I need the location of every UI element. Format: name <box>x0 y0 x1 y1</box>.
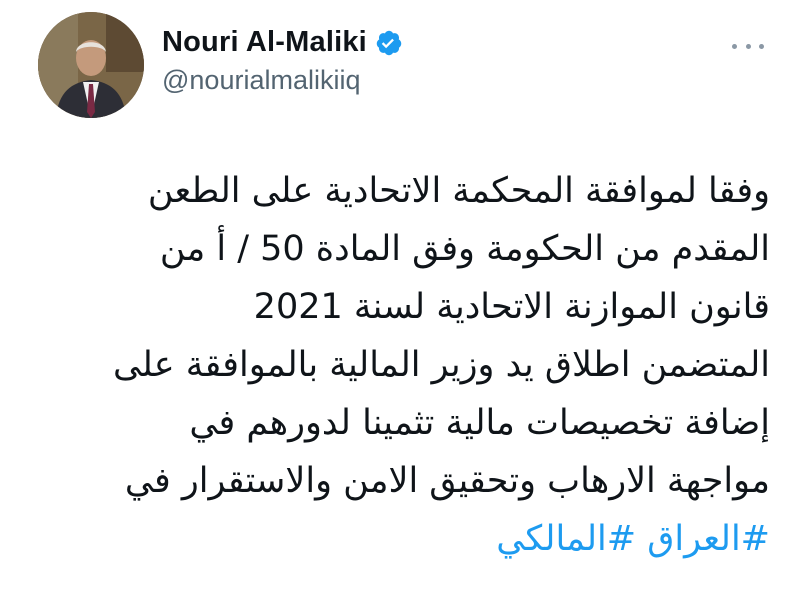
dot <box>759 43 764 49</box>
tweet-line: المتضمن اطلاق يد وزير المالية بالموافقة … <box>113 345 770 385</box>
profile-photo <box>38 12 144 118</box>
avatar[interactable] <box>38 12 144 118</box>
dot <box>732 43 737 49</box>
tweet-line: إضافة تخصيصات مالية تثمينا لدورهم في <box>189 403 770 443</box>
tweet-line: مواجهة الارهاب وتحقيق الامن والاستقرار ف… <box>124 461 770 501</box>
tweet-line: المقدم من الحكومة وفق المادة 50 / أ من <box>159 229 770 269</box>
display-name[interactable]: Nouri Al-Maliki <box>162 26 367 59</box>
tweet-line: وفقا لموافقة المحكمة الاتحادية على الطعن <box>147 171 770 211</box>
user-handle[interactable]: @nourialmalikiiq <box>162 65 403 96</box>
tweet-line: قانون الموازنة الاتحادية لسنة 2021 <box>253 287 770 327</box>
tweet-card: Nouri Al-Maliki @nourialmalikiiq وفقا لم… <box>0 0 800 591</box>
tweet-text: وفقا لموافقة المحكمة الاتحادية على الطعن… <box>30 162 770 568</box>
name-row: Nouri Al-Maliki <box>162 26 403 59</box>
hashtag-links[interactable]: #العراق #المالكي <box>30 510 770 568</box>
tweet-header: Nouri Al-Maliki @nourialmalikiiq <box>38 12 778 118</box>
more-options-icon[interactable] <box>732 40 764 52</box>
dot <box>745 43 751 49</box>
verified-badge-icon <box>375 29 403 57</box>
user-names: Nouri Al-Maliki @nourialmalikiiq <box>162 26 403 96</box>
